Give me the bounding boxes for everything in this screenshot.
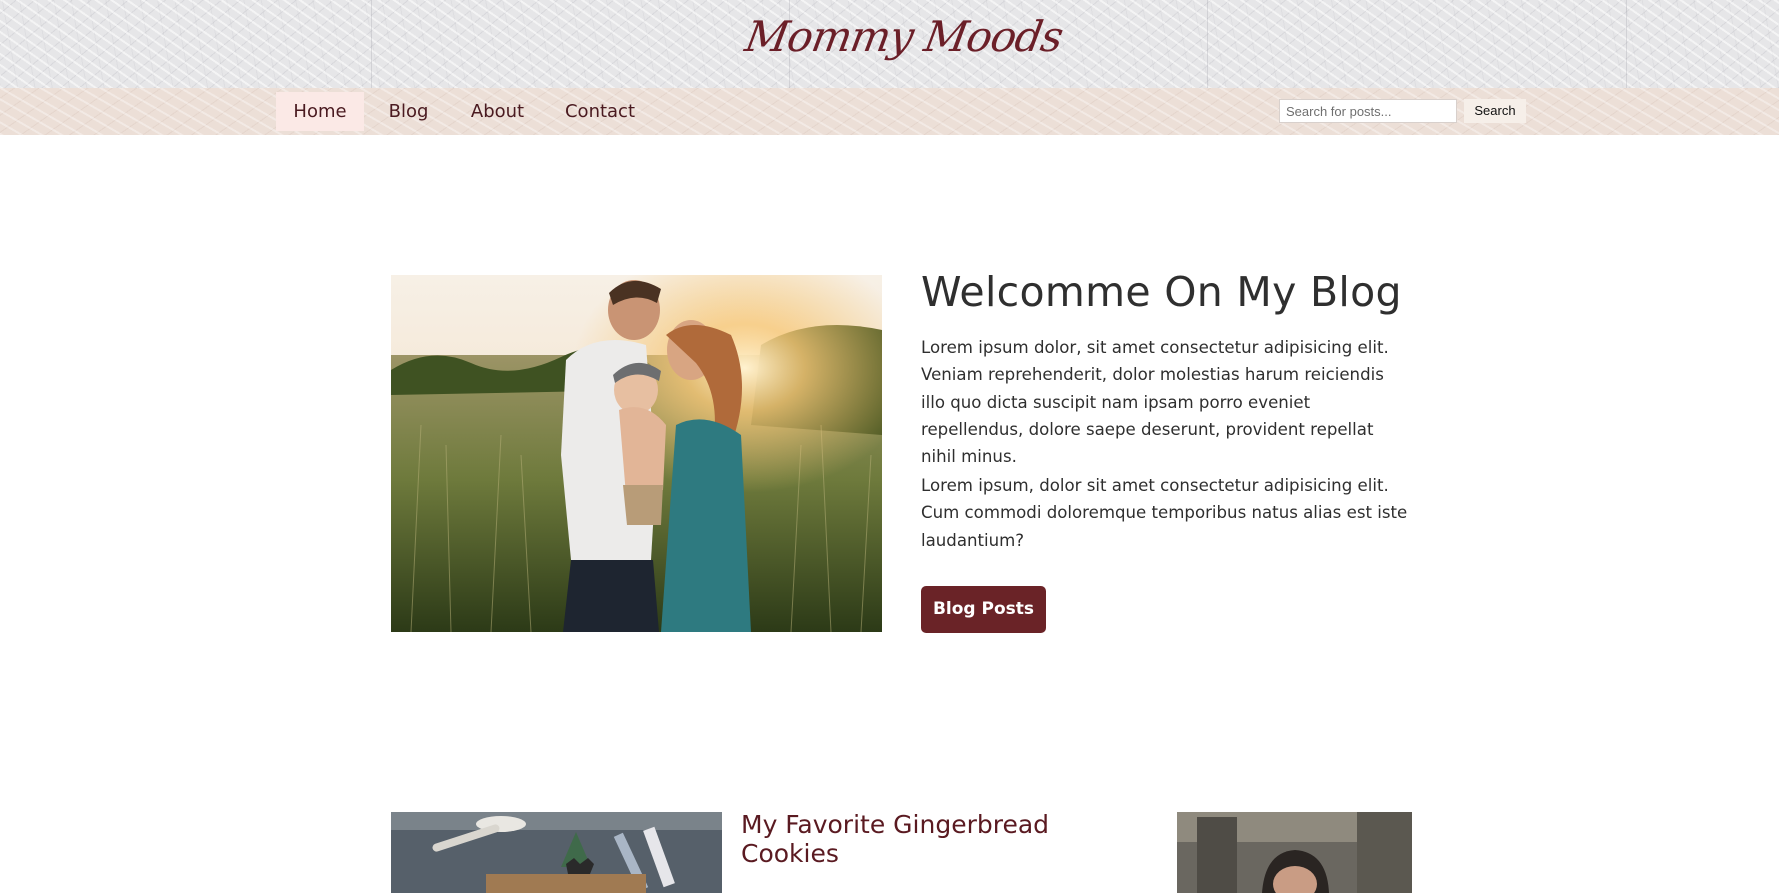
nav-link-home[interactable]: Home: [276, 92, 364, 131]
nav-link-about[interactable]: About: [463, 92, 532, 131]
search-input[interactable]: [1279, 99, 1457, 123]
site-logo[interactable]: Mommy Moods: [0, 12, 1779, 61]
header-banner: Mommy Moods: [0, 0, 1779, 88]
post-thumbnail-portrait[interactable]: [1177, 812, 1412, 893]
nav-link-contact[interactable]: Contact: [558, 92, 642, 131]
nav-link-blog[interactable]: Blog: [380, 92, 437, 131]
search-button[interactable]: Search: [1464, 99, 1526, 123]
post-title[interactable]: My Favorite Gingerbread Cookies: [741, 810, 1081, 868]
hero-family-photo: [391, 275, 882, 632]
blog-posts-button[interactable]: Blog Posts: [921, 586, 1046, 633]
hero-title: Welcomme On My Blog: [921, 268, 1402, 316]
hero-paragraph-1: Lorem ipsum dolor, sit amet consectetur …: [921, 338, 1389, 467]
hero-paragraph-2: Lorem ipsum, dolor sit amet consectetur …: [921, 476, 1408, 550]
post-thumbnail-cookies[interactable]: [391, 812, 722, 893]
